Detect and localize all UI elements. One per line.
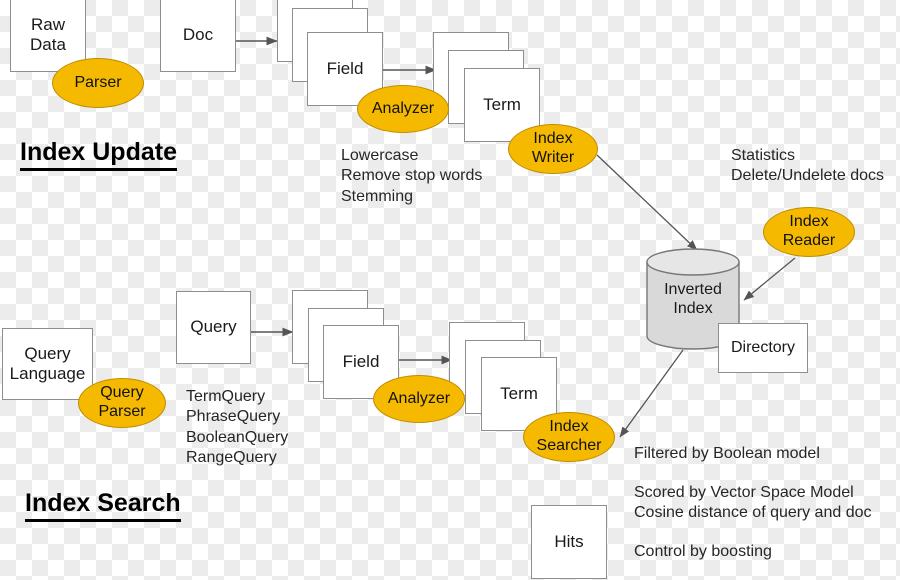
- node-index-reader[interactable]: Index Reader: [763, 207, 855, 257]
- arrow-indexreader-to-invertedindex: [743, 257, 796, 301]
- reader-notes: Statistics Delete/Undelete docs: [731, 147, 884, 185]
- heading-index-search: Index Search: [25, 489, 181, 522]
- node-inverted-index-label: Inverted Index: [664, 281, 722, 318]
- node-doc[interactable]: Doc: [160, 0, 236, 72]
- node-hits-label: Hits: [554, 531, 584, 551]
- node-analyzer[interactable]: Analyzer: [357, 85, 449, 133]
- node-index-searcher[interactable]: Index Searcher: [523, 412, 615, 462]
- node-raw-data-label: Raw Data: [30, 14, 66, 54]
- scoring-note-boosting: Control by boosting: [634, 543, 772, 560]
- node-doc-label: Doc: [182, 24, 214, 44]
- node-hits[interactable]: Hits: [531, 505, 607, 579]
- scoring-note-vsm: Scored by Vector Space Model Cosine dist…: [634, 484, 872, 522]
- heading-index-update: Index Update: [20, 138, 177, 171]
- node-directory-label: Directory: [730, 338, 795, 356]
- node-analyzer-label: Analyzer: [371, 99, 435, 117]
- node-query-label: Query: [190, 317, 237, 337]
- node-field-label: Field: [326, 58, 364, 78]
- node-query-parser[interactable]: Query Parser: [78, 378, 166, 428]
- arrow-invertedindex-to-indexsearcher: [619, 349, 684, 438]
- node-query-language[interactable]: Query Language: [2, 328, 93, 400]
- node-directory[interactable]: Directory: [718, 323, 808, 373]
- node-field-search-label: Field: [342, 351, 380, 371]
- node-parser-label: Parser: [74, 73, 122, 91]
- node-analyzer-search[interactable]: Analyzer: [373, 375, 465, 423]
- node-index-writer-label: Index Writer: [531, 130, 575, 166]
- arrow-indexwriter-to-invertedindex: [596, 154, 698, 251]
- node-parser[interactable]: Parser: [52, 58, 144, 108]
- node-index-reader-label: Index Reader: [782, 213, 836, 249]
- diagram-canvas: Raw Data Parser Doc Field Analyzer Term …: [0, 0, 900, 580]
- node-term-label: Term: [483, 94, 521, 114]
- node-analyzer-search-label: Analyzer: [387, 389, 451, 407]
- query-types-notes: TermQuery PhraseQuery BooleanQuery Range…: [186, 388, 289, 467]
- node-query-language-label: Query Language: [9, 343, 86, 383]
- scoring-note-filtered: Filtered by Boolean model: [634, 445, 820, 462]
- node-query-parser-label: Query Parser: [98, 384, 146, 420]
- node-term-search-label: Term: [500, 383, 538, 403]
- analyzer-notes: Lowercase Remove stop words Stemming: [341, 147, 483, 205]
- node-index-searcher-label: Index Searcher: [536, 418, 602, 454]
- node-query[interactable]: Query: [176, 291, 251, 364]
- node-index-writer[interactable]: Index Writer: [508, 124, 598, 174]
